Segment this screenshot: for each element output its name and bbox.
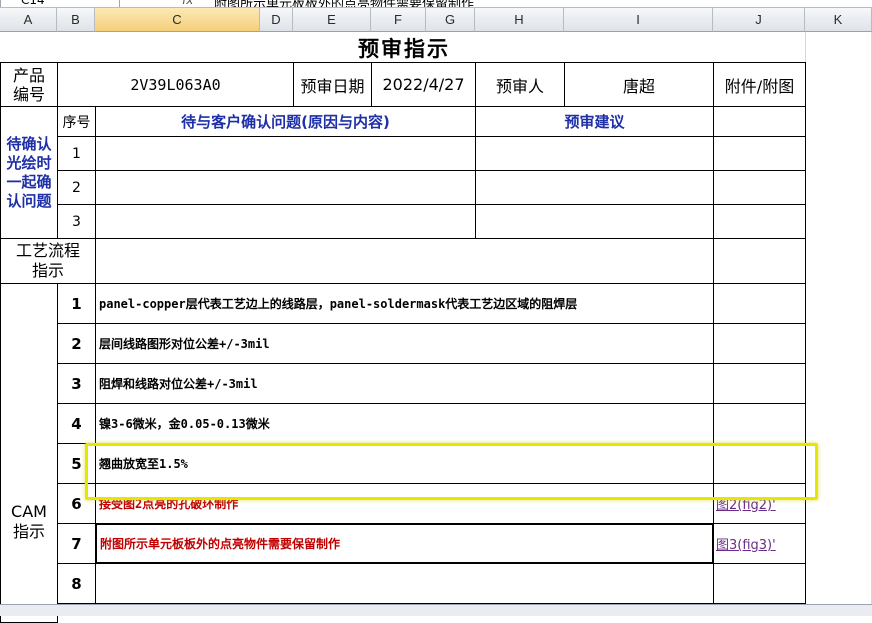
cam-row-8-no: 8 [57, 563, 96, 604]
process-flow-attachment[interactable] [713, 238, 806, 284]
cam-row-2-attachment[interactable] [713, 323, 806, 364]
cam-row-7-attachment-link[interactable]: 图3(fig3)' [713, 523, 806, 564]
seq-header: 序号 [57, 106, 96, 137]
attachment-cell[interactable] [713, 106, 806, 137]
formula-input[interactable]: 附图所示单元板板外的点亮物件需要保留制作 [214, 0, 474, 7]
cam-row-2-text[interactable]: 层间线路图形对位公差+/-3mil [95, 323, 714, 364]
reviewer-value[interactable]: 唐超 [564, 62, 714, 107]
pending-row-3-attachment[interactable] [713, 204, 806, 239]
column-header-a[interactable]: A [0, 8, 57, 32]
pending-row-2-attachment[interactable] [713, 170, 806, 205]
cam-row-4-no: 4 [57, 403, 96, 444]
review-date-label: 预审日期 [293, 62, 372, 107]
sheet-title: 预审指示 [358, 37, 450, 61]
reviewer-label: 预审人 [475, 62, 565, 107]
cam-row-3-attachment[interactable] [713, 363, 806, 404]
column-header-c[interactable]: C [95, 8, 260, 32]
pending-row-1-suggestion[interactable] [475, 136, 714, 171]
cam-row-8-attachment[interactable] [713, 563, 806, 604]
column-header-i[interactable]: I [564, 8, 713, 32]
column-header-k[interactable]: K [805, 8, 872, 32]
pending-row-2-suggestion[interactable] [475, 170, 714, 205]
process-flow-label: 工艺流程 指示 [0, 238, 96, 284]
pending-row-2-no: 2 [57, 170, 96, 205]
suggestion-header: 预审建议 [475, 106, 714, 137]
highlight-box [85, 443, 818, 500]
review-date-value[interactable]: 2022/4/27 [371, 62, 476, 107]
column-header-f[interactable]: F [371, 8, 426, 32]
column-header-j[interactable]: J [713, 8, 805, 32]
fx-icon[interactable]: fx [182, 0, 193, 7]
cam-row-3-text[interactable]: 阻焊和线路对位公差+/-3mil [95, 363, 714, 404]
cam-row-1-attachment[interactable] [713, 283, 806, 324]
column-header-b[interactable]: B [57, 8, 95, 32]
cam-row-4-attachment[interactable] [713, 403, 806, 444]
column-header-e[interactable]: E [293, 8, 371, 32]
name-box[interactable]: C14 [0, 0, 120, 7]
column-header-g[interactable]: G [426, 8, 475, 32]
attachment-header: 附件/附图 [713, 62, 806, 107]
cam-instructions-label: CAM 指示 [0, 283, 58, 623]
cam-row-3-no: 3 [57, 363, 96, 404]
cam-row-2-no: 2 [57, 323, 96, 364]
pending-questions-label: 待确认 光绘时 一起确 认问题 [0, 106, 58, 239]
pending-row-1-attachment[interactable] [713, 136, 806, 171]
cam-row-4-text[interactable]: 镍3-6微米，金0.05-0.13微米 [95, 403, 714, 444]
product-no-value[interactable]: 2V39L063A0 [57, 62, 294, 107]
cam-row-8-text[interactable] [95, 563, 714, 604]
column-header-h[interactable]: H [475, 8, 564, 32]
process-flow-content[interactable] [95, 238, 714, 284]
pending-row-1-no: 1 [57, 136, 96, 171]
sheet-tab-strip[interactable] [0, 604, 872, 616]
pending-row-3-suggestion[interactable] [475, 204, 714, 239]
cam-row-7-no: 7 [57, 523, 96, 564]
product-no-label: 产品 编号 [0, 62, 58, 107]
question-header: 待与客户确认问题(原因与内容) [95, 106, 476, 137]
column-header-d[interactable]: D [260, 8, 293, 32]
pending-row-3-question[interactable] [95, 204, 476, 239]
cam-row-1-text[interactable]: panel-copper层代表工艺边上的线路层，panel-soldermask… [95, 283, 714, 324]
pending-row-1-question[interactable] [95, 136, 476, 171]
cam-row-1-no: 1 [57, 283, 96, 324]
pending-row-3-no: 3 [57, 204, 96, 239]
cam-row-7-text-selected[interactable]: 附图所示单元板板外的点亮物件需要保留制作 [95, 523, 714, 564]
formula-bar: C14 fx 附图所示单元板板外的点亮物件需要保留制作 [0, 0, 872, 8]
pending-row-2-question[interactable] [95, 170, 476, 205]
